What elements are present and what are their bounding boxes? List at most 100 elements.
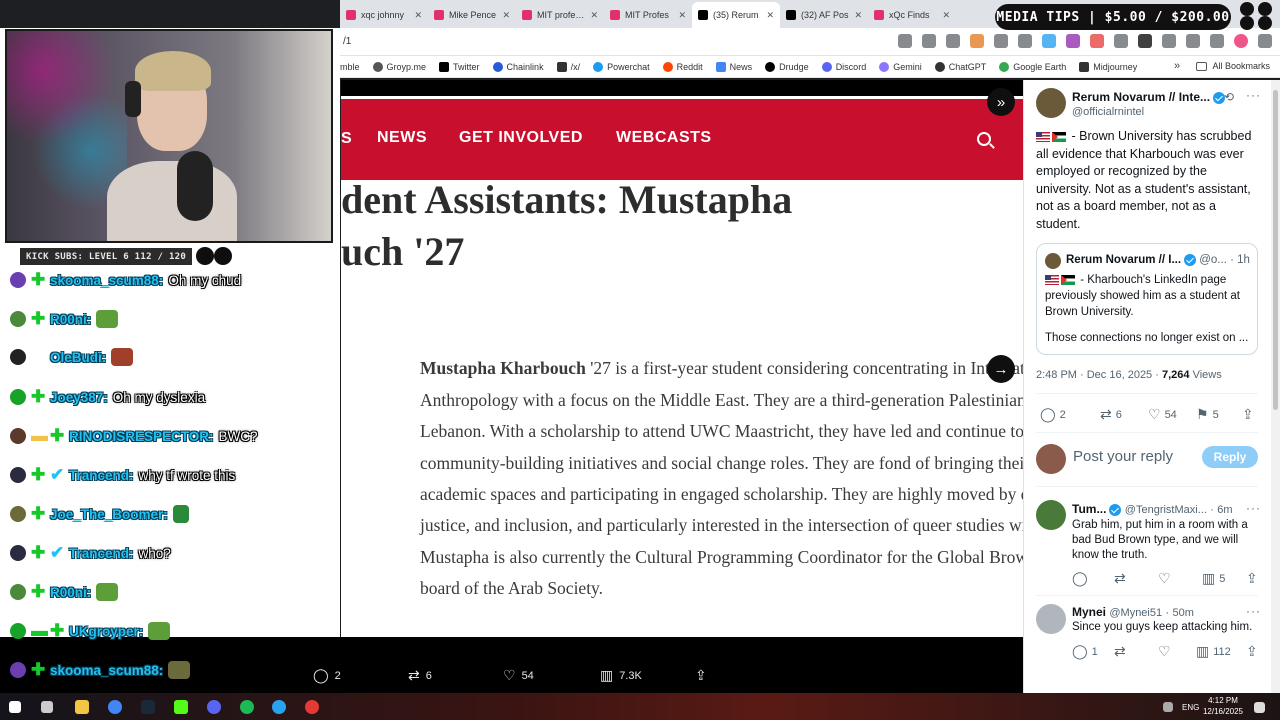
profile-avatar-icon[interactable] — [1234, 34, 1248, 48]
scrollbar-thumb[interactable] — [1273, 90, 1278, 410]
star-icon[interactable] — [946, 34, 960, 48]
task-view-icon[interactable] — [41, 701, 53, 713]
language-indicator[interactable]: ENG — [1182, 703, 1199, 712]
bookmark-item[interactable]: /x/ — [556, 61, 580, 72]
app-icon[interactable] — [305, 700, 319, 714]
reply-share[interactable]: ⇪ — [1246, 570, 1258, 587]
zoom-icon[interactable] — [922, 34, 936, 48]
bookmark-item[interactable]: Google Earth — [999, 61, 1066, 72]
more-icon[interactable]: ··· — [1246, 501, 1261, 515]
telegram-icon[interactable] — [272, 700, 286, 714]
bookmark-count[interactable]: ⚑ 5 — [1196, 406, 1219, 423]
bookmark-item[interactable]: Reddit — [662, 61, 703, 72]
reply-input[interactable]: Post your reply — [1073, 448, 1173, 465]
close-icon[interactable]: ✕ — [678, 10, 686, 21]
repost-action[interactable]: ⇄ 6 — [408, 667, 432, 684]
reply-share[interactable]: ⇪ — [1246, 643, 1258, 660]
menu-icon[interactable] — [1210, 34, 1224, 48]
metamask-icon[interactable] — [970, 34, 984, 48]
extension-icon[interactable] — [1042, 34, 1056, 48]
close-icon[interactable]: ✕ — [590, 10, 598, 21]
notification-icon[interactable] — [1254, 702, 1265, 713]
next-image-button[interactable]: → — [987, 355, 1015, 383]
bookmark-item[interactable]: Twitter — [439, 61, 480, 72]
windows-start-icon[interactable] — [9, 701, 21, 713]
more-icon[interactable]: ··· — [1246, 88, 1261, 102]
extension-icon[interactable] — [1114, 34, 1128, 48]
browser-tab[interactable]: xQc Finds ✕ — [868, 2, 956, 28]
tweet-author-handle[interactable]: @officialrnintel — [1072, 106, 1144, 118]
all-bookmarks[interactable]: All Bookmarks — [1196, 61, 1270, 71]
close-icon[interactable]: ✕ — [414, 10, 422, 21]
extension-icon[interactable] — [1018, 34, 1032, 48]
side-panel-icon[interactable] — [1186, 34, 1200, 48]
more-icon[interactable]: ··· — [1246, 604, 1261, 618]
browser-tab[interactable]: xqc johnny ✕ — [340, 2, 428, 28]
reply-reply[interactable]: ◯ — [1072, 570, 1088, 587]
address-bar[interactable]: /1 — [340, 28, 1280, 56]
extension-icon[interactable] — [1066, 34, 1080, 48]
browser-tab[interactable]: MIT Profes ✕ — [604, 2, 692, 28]
bookmark-item[interactable]: Groyp.me — [372, 61, 426, 72]
quoted-tweet[interactable]: Rerum Novarum // I... @o... · 1h - Kharb… — [1036, 243, 1258, 355]
close-icon[interactable]: ✕ — [502, 10, 510, 21]
bookmark-item[interactable]: ChatGPT — [934, 61, 986, 72]
reply-action[interactable]: ◯ 2 — [313, 667, 341, 684]
install-icon[interactable] — [898, 34, 912, 48]
bookmark-item[interactable]: Gemini — [879, 61, 922, 72]
expand-panel-button[interactable]: » — [987, 88, 1015, 116]
reply-like[interactable]: ♡ — [1158, 643, 1171, 660]
like-count[interactable]: ♡ 54 — [1148, 406, 1177, 423]
bookmark-item[interactable]: Midjourney — [1079, 61, 1137, 72]
reply-repost[interactable]: ⇄ — [1114, 643, 1126, 660]
close-icon[interactable]: ✕ — [942, 10, 950, 21]
repost-count[interactable]: ⇄ 6 — [1100, 406, 1122, 423]
bookmark-item[interactable]: News — [715, 61, 752, 72]
browser-tab[interactable]: (32) AF Pos ✕ — [780, 2, 868, 28]
x-logo-icon[interactable] — [1138, 34, 1152, 48]
like-action[interactable]: ♡ 54 — [503, 667, 534, 684]
share-action[interactable]: ⇪ — [695, 667, 707, 684]
reply-author[interactable]: Tum... @TengristMaxi... · 6m — [1072, 502, 1233, 516]
bookmark-item[interactable]: mble — [340, 62, 360, 72]
more-vert-icon[interactable] — [1258, 34, 1272, 48]
file-explorer-icon[interactable] — [75, 700, 89, 714]
bookmark-item[interactable]: Chainlink — [492, 61, 544, 72]
bookmark-item[interactable]: Powerchat — [593, 61, 650, 72]
browser-tab-active[interactable]: (35) Rerum ✕ — [692, 2, 780, 28]
puzzle-icon[interactable] — [1162, 34, 1176, 48]
reply-like[interactable]: ♡ — [1158, 570, 1171, 587]
views-action[interactable]: ▥ 7.3K — [600, 667, 642, 684]
browser-tab[interactable]: Mike Pence ✕ — [428, 2, 516, 28]
kick-icon[interactable] — [174, 700, 188, 714]
close-icon[interactable]: ✕ — [766, 10, 774, 21]
tweet-author-name[interactable]: Rerum Novarum // Inte... — [1072, 90, 1226, 104]
browser-tab[interactable]: MIT professor✕ — [516, 2, 604, 28]
reply-repost[interactable]: ⇄ — [1114, 570, 1126, 587]
avatar[interactable] — [1036, 500, 1066, 530]
clock-date[interactable]: 12/16/2025 — [1200, 707, 1246, 716]
chevron-right-icon[interactable]: » — [1174, 60, 1180, 72]
clock-time[interactable]: 4:12 PM — [1202, 696, 1244, 705]
chrome-icon[interactable] — [108, 700, 122, 714]
reply-author[interactable]: Mynei @Mynei51 · 50m — [1072, 605, 1194, 619]
reply-views[interactable]: ▥ 112 — [1196, 643, 1231, 660]
scrollbar[interactable] — [1271, 80, 1280, 693]
share-button[interactable]: ⇪ — [1242, 406, 1254, 423]
reply-reply[interactable]: ◯ 1 — [1072, 643, 1098, 660]
avatar[interactable] — [1036, 604, 1066, 634]
reply-views[interactable]: ▥ 5 — [1202, 570, 1225, 587]
url-text[interactable]: /1 — [343, 36, 351, 47]
spotify-icon[interactable] — [240, 700, 254, 714]
discord-icon[interactable] — [207, 700, 221, 714]
reply-count[interactable]: ◯ 2 — [1040, 406, 1066, 423]
close-icon[interactable]: ✕ — [854, 10, 862, 21]
tray-icon[interactable] — [1163, 702, 1173, 712]
bookmark-item[interactable]: Drudge — [765, 61, 809, 72]
reply-button[interactable]: Reply — [1202, 446, 1258, 468]
shield-icon[interactable] — [994, 34, 1008, 48]
grok-icon[interactable]: ⟲ — [1224, 90, 1235, 104]
avatar[interactable] — [1036, 88, 1066, 118]
extension-icon[interactable] — [1090, 34, 1104, 48]
steam-icon[interactable] — [141, 700, 155, 714]
